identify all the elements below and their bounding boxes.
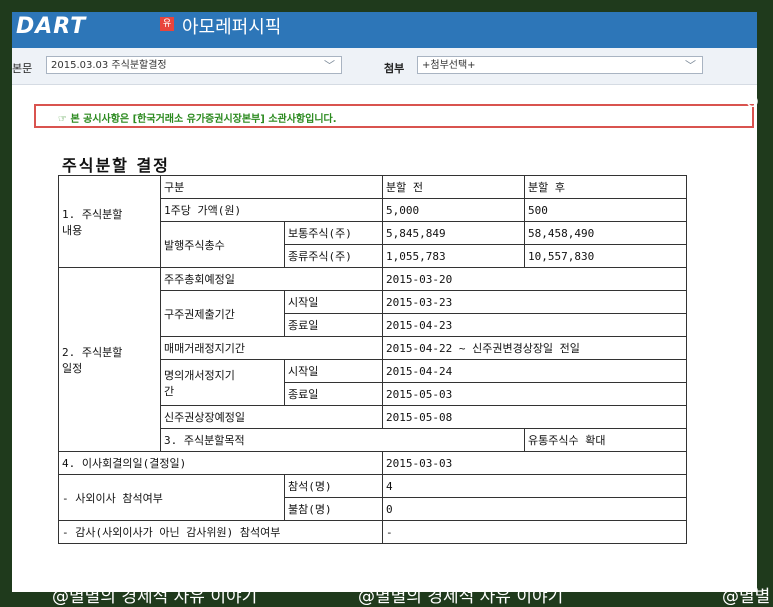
attach-select[interactable]: +첨부선택+ ﹀	[417, 56, 703, 74]
table-cell: 시작일	[284, 359, 383, 383]
body-select-value: 2015.03.03 주식분할결정	[51, 60, 167, 71]
table-header: 구분	[160, 175, 383, 199]
top-header: DART 유 아모레퍼시픽	[12, 12, 757, 48]
table-cell: 4. 이사회결의일(결정일)	[58, 451, 383, 475]
table-cell: 2015-03-20	[382, 267, 687, 291]
table-cell: 주주총회예정일	[160, 267, 383, 291]
table-cell: 1. 주식분할 내용	[58, 175, 161, 268]
table-cell: 종료일	[284, 313, 383, 337]
table-cell: 10,557,830	[524, 244, 687, 268]
table-cell: 구주권제출기간	[160, 290, 285, 337]
jurisdiction-notice: ☞ 본 공시사항은 [한국거래소 유가증권시장본부] 소관사항입니다.	[34, 104, 754, 128]
table-cell: 2015-04-24	[382, 359, 687, 383]
table-cell: 2. 주식분할 일정	[58, 267, 161, 452]
edge-glyph: O	[746, 92, 759, 111]
table-cell: 발행주식총수	[160, 221, 285, 268]
attach-label: 첨부	[384, 62, 405, 75]
table-cell: 4	[382, 474, 687, 498]
table-cell: 2015-05-03	[382, 382, 687, 406]
table-cell: 2015-03-03	[382, 451, 687, 475]
table-cell: 1,055,783	[382, 244, 525, 268]
watermark-strip: @별별의 경제적 자유 이야기 @별별의 경제적 자유 이야기 @별별	[0, 578, 773, 607]
table-row: 4. 이사회결의일(결정일) 2015-03-03	[58, 451, 687, 475]
watermark-text: @별별의 경제적 자유 이야기	[358, 587, 564, 607]
chevron-down-icon: ﹀	[685, 59, 696, 72]
company-name: 아모레퍼시픽	[182, 17, 282, 38]
table-cell: 불참(명)	[284, 497, 383, 521]
table-cell: 시작일	[284, 290, 383, 314]
table-row: 1. 주식분할 내용 구분 분할 전 분할 후	[58, 175, 687, 268]
table-cell: 2015-04-23	[382, 313, 687, 337]
table-cell: 종료일	[284, 382, 383, 406]
table-cell: 5,845,849	[382, 221, 525, 245]
disclosure-viewer: DART 유 아모레퍼시픽 본문 2015.03.03 주식분할결정 ﹀ 첨부 …	[12, 12, 757, 592]
table-cell: - 감사(사외이사가 아닌 감사위원) 참석여부	[58, 520, 383, 544]
table-cell: 2015-05-08	[382, 405, 687, 429]
document-title: 주식분할 결정	[62, 156, 170, 175]
table-cell: 1주당 가액(원)	[160, 198, 383, 222]
table-cell: 500	[524, 198, 687, 222]
table-row: - 감사(사외이사가 아닌 감사위원) 참석여부 -	[58, 520, 687, 544]
table-cell: - 사외이사 참석여부	[58, 474, 285, 521]
table-cell: 보통주식(주)	[284, 221, 383, 245]
table-cell: 명의개서정지기 간	[160, 359, 285, 406]
table-header: 분할 후	[524, 175, 687, 199]
watermark-text: @별별	[722, 587, 771, 607]
attach-select-value: +첨부선택+	[422, 60, 476, 71]
body-label: 본문	[12, 62, 33, 75]
table-header: 분할 전	[382, 175, 525, 199]
table-cell: 5,000	[382, 198, 525, 222]
notice-text: ☞ 본 공시사항은 [한국거래소 유가증권시장본부] 소관사항입니다.	[58, 114, 337, 125]
table-cell: 유통주식수 확대	[524, 428, 687, 452]
report-toolbar: 본문 2015.03.03 주식분할결정 ﹀ 첨부 +첨부선택+ ﹀	[12, 48, 757, 85]
table-cell: 매매거래정지기간	[160, 336, 383, 360]
table-cell: 종류주식(주)	[284, 244, 383, 268]
table-cell: 2015-04-22 ~ 신주권변경상장일 전일	[382, 336, 687, 360]
table-row: 2. 주식분할 일정 주주총회예정일 2015-03-20	[58, 267, 687, 452]
table-cell: 0	[382, 497, 687, 521]
chevron-down-icon: ﹀	[324, 59, 335, 72]
table-cell: 2015-03-23	[382, 290, 687, 314]
table-cell: -	[382, 520, 687, 544]
dart-logo[interactable]: DART	[16, 14, 86, 39]
body-select[interactable]: 2015.03.03 주식분할결정 ﹀	[46, 56, 342, 74]
table-cell: 58,458,490	[524, 221, 687, 245]
company-icon: 유	[160, 17, 174, 31]
table-row: - 사외이사 참석여부 참석(명) 4	[58, 474, 687, 521]
stock-split-table: 1. 주식분할 내용 구분 분할 전 분할 후 1주당 가액(원) 5,000 …	[58, 175, 687, 544]
table-cell: 참석(명)	[284, 474, 383, 498]
table-cell: 3. 주식분할목적	[160, 428, 525, 452]
watermark-text: @별별의 경제적 자유 이야기	[52, 587, 258, 607]
table-cell: 신주권상장예정일	[160, 405, 383, 429]
